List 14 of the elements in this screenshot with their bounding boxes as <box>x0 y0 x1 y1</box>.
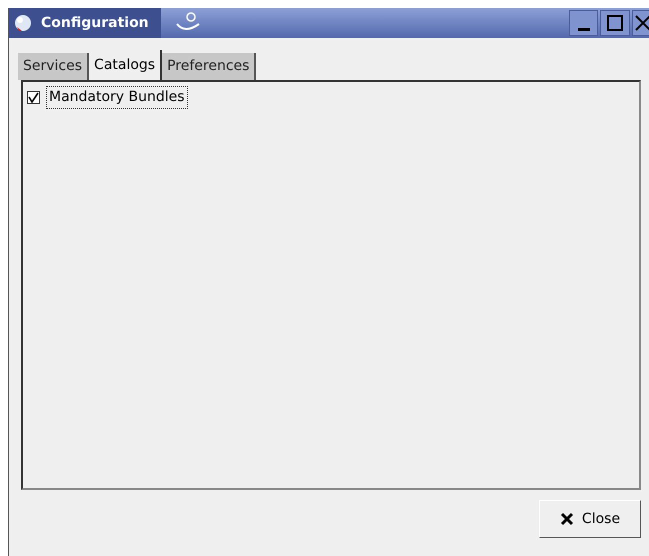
maximize-icon <box>607 15 623 31</box>
minimize-button[interactable] <box>569 10 598 36</box>
checkbox-label[interactable]: Mandatory Bundles <box>46 86 188 109</box>
tab[interactable]: Services <box>18 53 90 80</box>
globe-icon <box>13 13 33 33</box>
checkbox[interactable] <box>27 91 40 104</box>
close-icon <box>635 15 649 31</box>
tab[interactable]: Preferences <box>162 53 256 80</box>
minimize-icon <box>578 28 590 31</box>
close-icon <box>560 512 574 526</box>
window-title: Configuration <box>41 14 149 32</box>
close-button[interactable]: Close <box>539 500 641 538</box>
maximize-button[interactable] <box>600 10 630 36</box>
close-window-button[interactable] <box>632 10 649 36</box>
